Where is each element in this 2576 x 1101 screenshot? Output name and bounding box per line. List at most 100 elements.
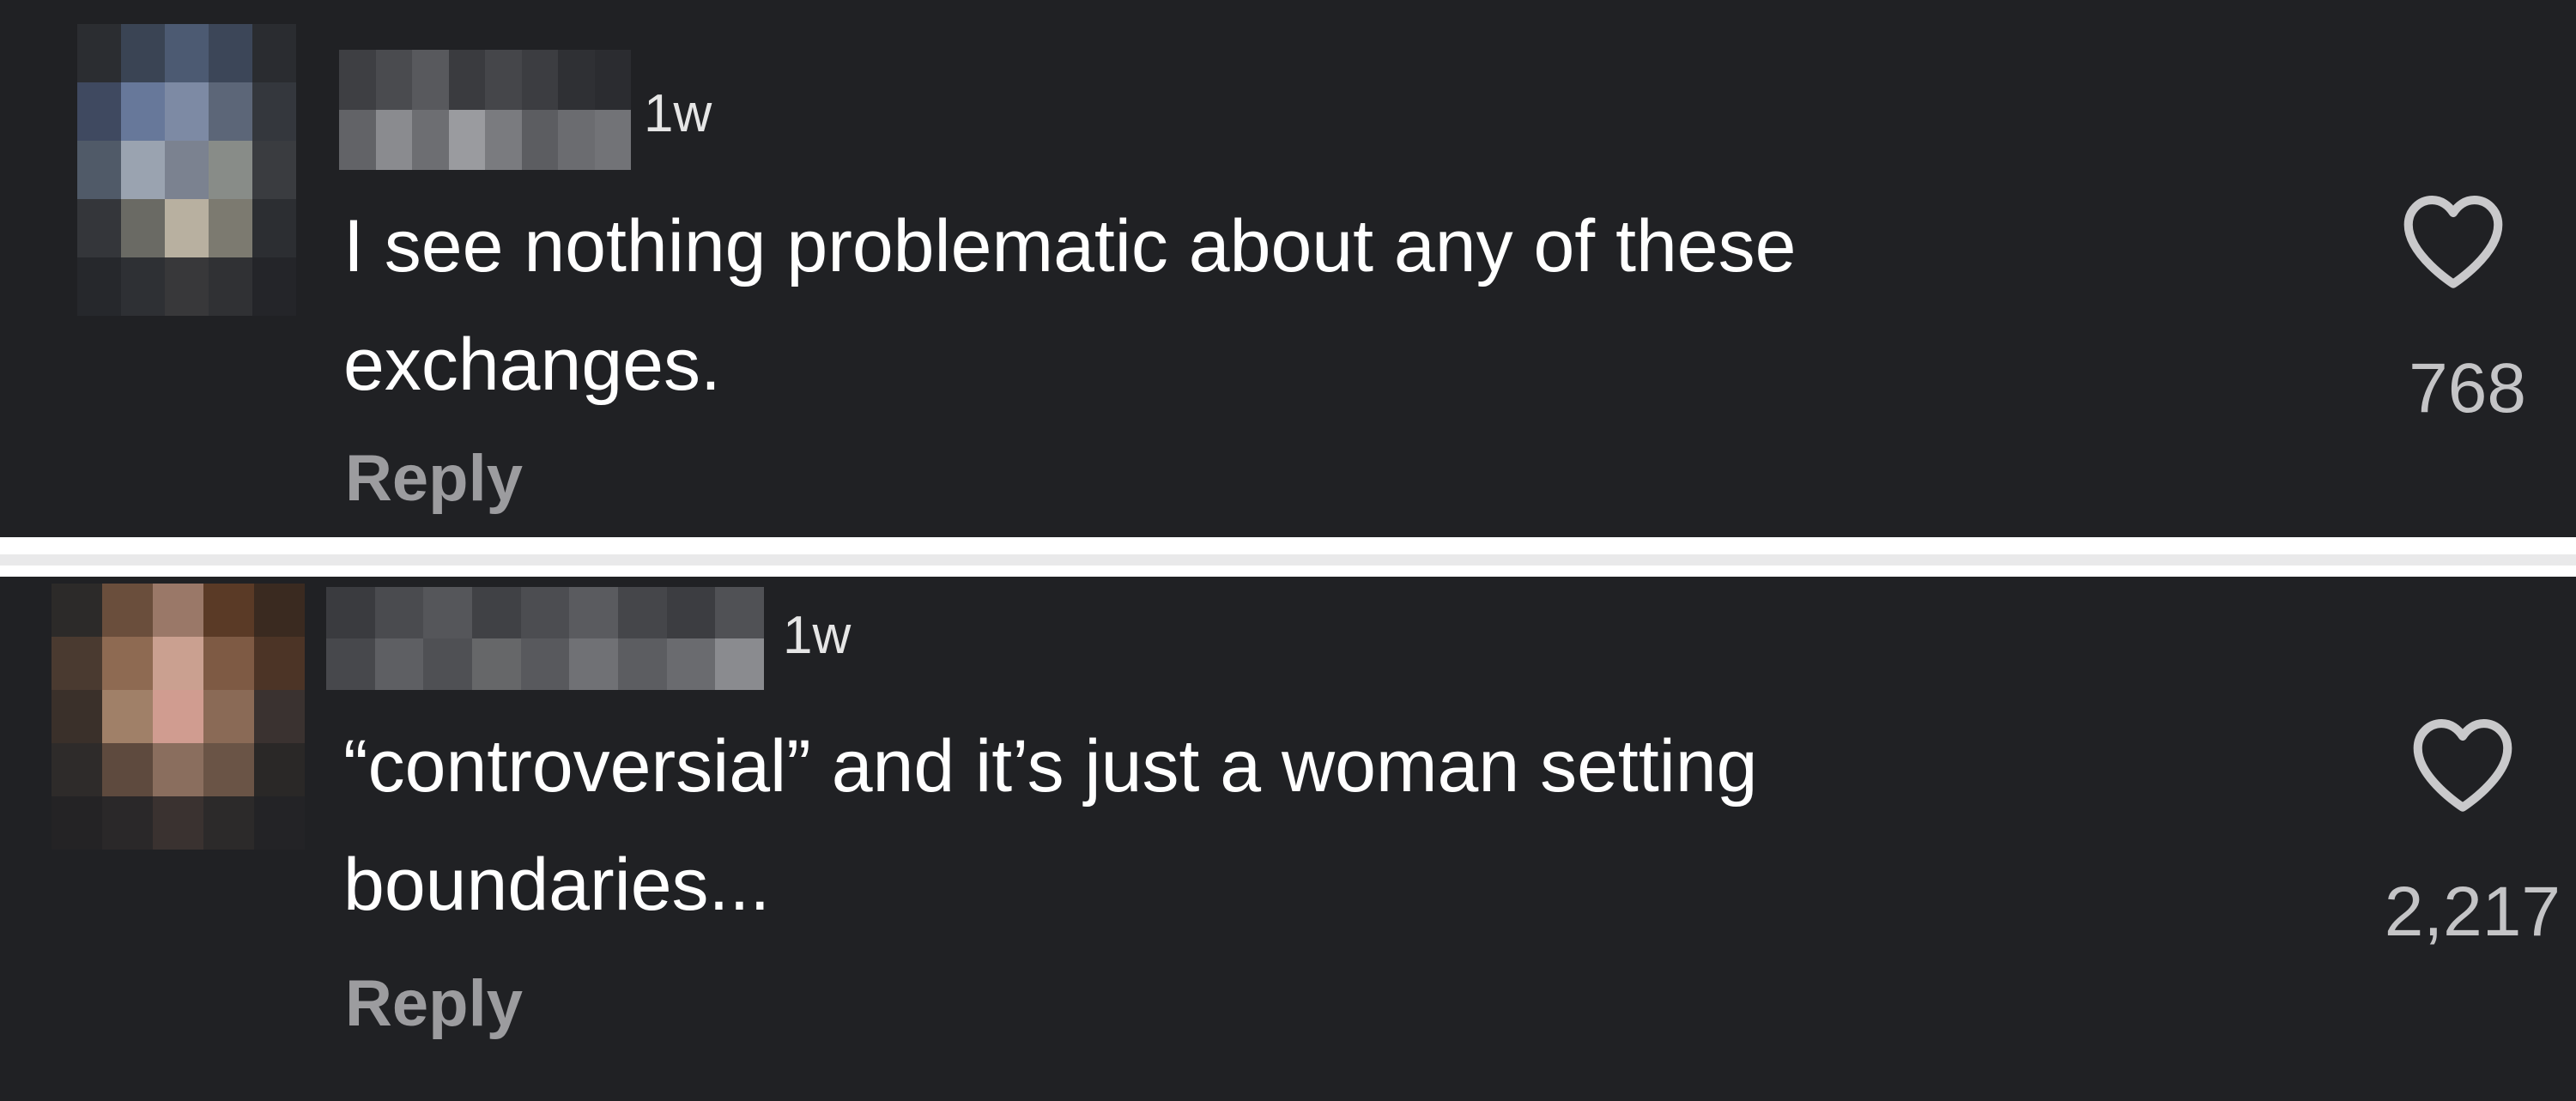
comment-card: 1w I see nothing problematic about any o… [0,0,2576,537]
username-pixel [339,50,376,110]
username-pixel [666,638,716,690]
username-blurred[interactable] [326,587,764,690]
username-pixel [485,110,522,170]
username-pixel [521,110,558,170]
avatar-pixel [77,257,121,316]
comment-text: “controversial” and it’s just a woman se… [343,707,2318,944]
username-pixel [326,587,375,638]
avatar-pixel [102,796,153,850]
avatar-pixel [252,24,296,82]
avatar-pixel [209,199,252,257]
username-pixel [594,110,631,170]
username-pixel [558,110,595,170]
username-pixel [339,110,376,170]
avatar-pixel [165,82,209,141]
username-pixel [594,50,631,110]
avatar-pixel [165,24,209,82]
avatar-pixel [102,584,153,637]
username-pixel [326,638,375,690]
avatar-pixel [77,141,121,199]
avatar-pixel [52,743,102,796]
avatar-pixel [121,199,165,257]
heart-icon [2413,719,2512,812]
avatar-pixel [252,141,296,199]
username-pixel [485,50,522,110]
avatar-pixel [209,257,252,316]
avatar-pixel [203,637,254,690]
comment-text: I see nothing problematic about any of t… [343,187,2318,424]
comment-timestamp: 1w [783,606,852,665]
comment-text-line: exchanges. [343,324,721,406]
avatar-pixel [209,82,252,141]
avatar-pixel [102,743,153,796]
like-button[interactable] [2408,712,2518,815]
username-pixel [375,110,412,170]
avatar[interactable] [52,584,305,850]
avatar-pixel [77,24,121,82]
avatar-pixel [252,82,296,141]
comment-card: 1w “controversial” and it’s just a woman… [0,577,2576,1101]
avatar-pixel [153,743,203,796]
like-button[interactable] [2398,189,2508,292]
avatar-pixel [153,637,203,690]
avatar-pixel [121,141,165,199]
avatar-pixel [121,82,165,141]
avatar-pixel [203,584,254,637]
like-count: 2,217 [2384,873,2561,951]
username-pixel [666,587,716,638]
username-pixel [374,638,424,690]
comment-text-line: “controversial” and it’s just a woman se… [343,725,1758,808]
avatar-pixel [52,796,102,850]
avatar-pixel [102,690,153,743]
username-pixel [617,587,667,638]
username-pixel [715,638,764,690]
avatar-pixel [254,584,305,637]
avatar-pixel [165,141,209,199]
username-pixel [617,638,667,690]
avatar-pixel [203,743,254,796]
username-pixel [521,50,558,110]
avatar-pixel [77,199,121,257]
avatar-pixel [121,24,165,82]
avatar-pixel [52,637,102,690]
username-pixel [569,638,618,690]
avatar-pixel [252,257,296,316]
username-blurred[interactable] [339,50,631,170]
comment-timestamp: 1w [644,84,712,143]
screenshot-page: 1w I see nothing problematic about any o… [0,0,2576,1101]
avatar-pixel [254,743,305,796]
username-pixel [520,638,570,690]
avatar[interactable] [77,24,296,316]
avatar-pixel [203,796,254,850]
like-count: 768 [2409,349,2526,427]
avatar-pixel [209,141,252,199]
avatar-pixel [203,690,254,743]
username-pixel [374,587,424,638]
avatar-pixel [153,584,203,637]
username-pixel [715,587,764,638]
username-pixel [423,638,472,690]
avatar-pixel [102,637,153,690]
avatar-pixel [165,199,209,257]
avatar-pixel [121,257,165,316]
avatar-pixel [153,796,203,850]
heart-icon [2403,196,2503,288]
reply-button[interactable]: Reply [345,446,523,511]
username-pixel [423,587,472,638]
username-pixel [448,110,485,170]
avatar-pixel [165,257,209,316]
reply-button[interactable]: Reply [345,971,523,1037]
avatar-pixel [52,690,102,743]
comment-text-line: I see nothing problematic about any of t… [343,205,1797,287]
username-pixel [569,587,618,638]
username-pixel [558,50,595,110]
username-pixel [471,638,521,690]
avatar-pixel [254,690,305,743]
comment-text-line: boundaries... [343,844,771,926]
avatar-pixel [252,199,296,257]
avatar-pixel [254,637,305,690]
avatar-pixel [254,796,305,850]
avatar-pixel [209,24,252,82]
username-pixel [520,587,570,638]
avatar-pixel [52,584,102,637]
